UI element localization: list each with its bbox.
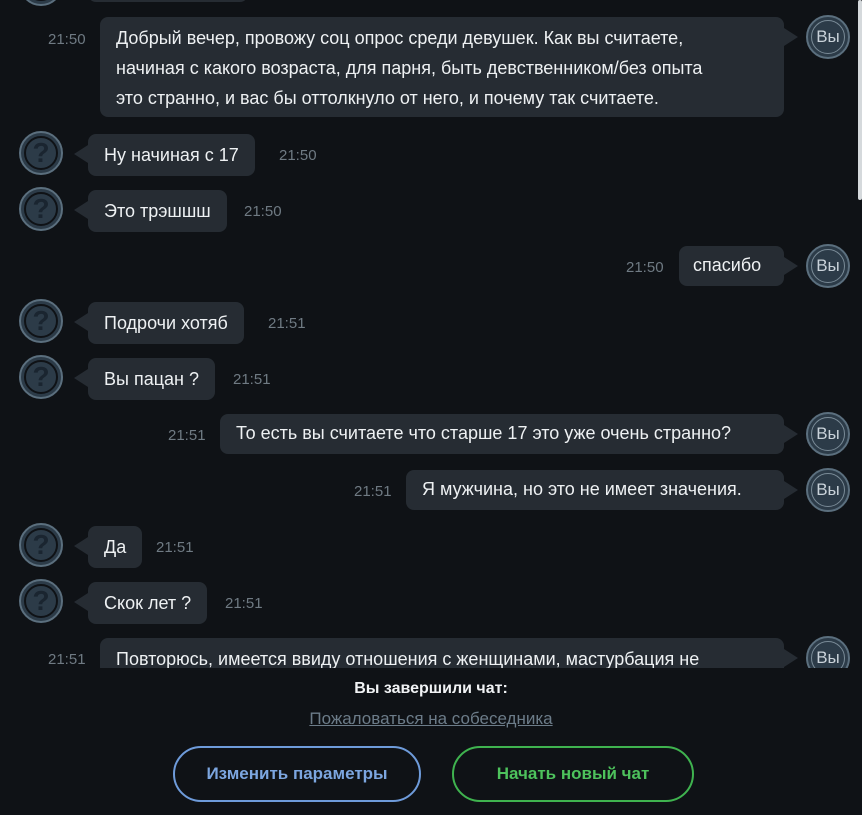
message-time: 21:50: [48, 31, 86, 48]
message-line: начиная с какого возраста, для парня, бы…: [116, 58, 703, 78]
message-bubble-incoming: Скок лет ?: [88, 582, 208, 624]
bubble-tail: [74, 537, 88, 555]
my-avatar: Вы: [806, 244, 850, 288]
message-line: это странно, и вас бы оттолкнуло от него…: [116, 88, 659, 108]
stranger-avatar: ?: [19, 523, 63, 567]
bubble-tail: [74, 593, 88, 611]
chat-ended-panel: Вы завершили чат: Пожаловаться на собесе…: [0, 668, 862, 815]
message-bubble-outgoing: спасибо: [679, 246, 784, 286]
stranger-avatar: ?: [19, 187, 63, 231]
stranger-avatar: ?: [19, 579, 63, 623]
bubble-tail: [784, 257, 798, 275]
message-bubble-incoming: Подрочи хотяб: [88, 302, 244, 344]
chat-ended-label: Вы завершили чат:: [354, 680, 508, 697]
my-avatar: Вы: [806, 15, 850, 59]
bubble-partial: [88, 0, 248, 2]
bubble-tail: [784, 425, 798, 443]
message-line: Добрый вечер, провожу соц опрос среди де…: [116, 28, 684, 48]
message-bubble-incoming: Это трэшшш: [88, 190, 227, 232]
bubble-tail: [74, 313, 88, 331]
stranger-avatar-partial: ?: [19, 0, 63, 6]
message-bubble-outgoing: То есть вы считаете что старше 17 это уж…: [220, 414, 784, 454]
my-avatar: Вы: [806, 412, 850, 456]
stranger-avatar: ?: [19, 299, 63, 343]
message-time: 21:51: [48, 651, 86, 668]
bubble-tail: [784, 28, 798, 46]
bubble-tail: [784, 481, 798, 499]
scrollbar[interactable]: [858, 0, 862, 200]
message-bubble-outgoing: Я мужчина, но это не имеет значения.: [406, 470, 784, 510]
message-time: 21:51: [354, 483, 392, 500]
message-time: 21:51: [225, 595, 263, 612]
bubble-tail: [74, 145, 88, 163]
bubble-tail: [74, 369, 88, 387]
message-time: 21:51: [156, 539, 194, 556]
bubble-tail: [74, 201, 88, 219]
my-avatar: Вы: [806, 636, 850, 668]
chat-log: ? 21:50 Добрый вечер, провожу соц опрос …: [0, 0, 862, 668]
message-time: 21:50: [279, 147, 317, 164]
message-bubble-incoming: Да: [88, 526, 143, 568]
message-bubble-incoming: Ну начиная с 17: [88, 134, 255, 176]
stranger-avatar: ?: [19, 131, 63, 175]
bubble-tail: [784, 649, 798, 667]
message-bubble-outgoing: Повторюсь, имеется ввиду отношения с жен…: [100, 638, 784, 668]
report-partner-link[interactable]: Пожаловаться на собеседника: [0, 709, 862, 729]
new-chat-button[interactable]: Начать новый чат: [452, 746, 694, 802]
message-time: 21:50: [244, 203, 282, 220]
message-time: 21:51: [233, 371, 271, 388]
message-time: 21:50: [626, 259, 664, 276]
message-bubble-incoming: Вы пацан ?: [88, 358, 215, 400]
change-params-button[interactable]: Изменить параметры: [173, 746, 421, 802]
message-time: 21:51: [168, 427, 206, 444]
stranger-avatar: ?: [19, 355, 63, 399]
my-avatar: Вы: [806, 468, 850, 512]
message-bubble-outgoing: Добрый вечер, провожу соц опрос среди де…: [100, 17, 784, 117]
message-time: 21:51: [268, 315, 306, 332]
